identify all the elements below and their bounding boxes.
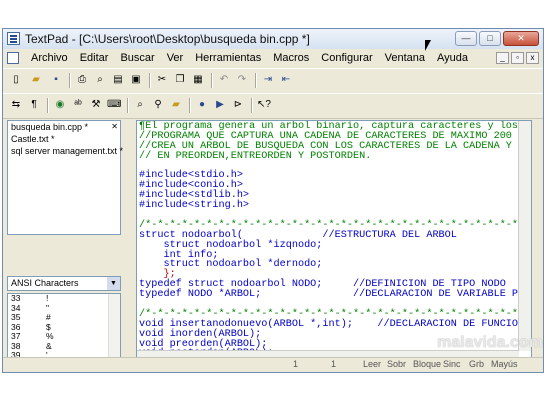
menu-item[interactable]: Ayuda: [431, 52, 474, 64]
editor-vertical-scrollbar[interactable]: [518, 121, 531, 351]
menu-item[interactable]: Buscar: [114, 52, 160, 64]
print-preview-icon[interactable]: ⌕: [93, 73, 107, 87]
context-help-icon[interactable]: ↖?: [257, 98, 271, 112]
spelling-icon[interactable]: ▤: [111, 73, 125, 87]
cut-icon[interactable]: ✂: [155, 73, 169, 87]
tools-icon[interactable]: ⚒: [89, 98, 103, 112]
standard-toolbar: ▯ ▰ ▪ ⎙ ⌕ ▤ ▣ ✂ ❐ ▦ ↶ ↷ ⇥ ⇤: [3, 68, 543, 94]
status-column: 1: [331, 359, 337, 369]
find-icon[interactable]: ▣: [129, 73, 143, 87]
app-icon: [7, 32, 20, 45]
document-icon[interactable]: [7, 52, 19, 64]
code-editor[interactable]: ¶El programa genera un arbol binario, ca…: [136, 120, 532, 364]
mdi-controls: _ ▫ x: [496, 52, 539, 64]
clip-library-select[interactable]: ANSI Characters ▼: [7, 276, 121, 291]
menu-item[interactable]: Macros: [267, 52, 315, 64]
web-browser-icon[interactable]: ◉: [53, 98, 67, 112]
status-field: Mayús: [491, 359, 518, 369]
paste-icon[interactable]: ▦: [191, 73, 205, 87]
maximize-button[interactable]: □: [479, 31, 501, 46]
find-in-files-icon[interactable]: ⚲: [151, 98, 165, 112]
find-folder-icon[interactable]: ▰: [169, 98, 183, 112]
menu-item[interactable]: Editar: [74, 52, 115, 64]
record-macro-icon[interactable]: ●: [195, 98, 209, 112]
left-panel: ✕ busqueda bin.cpp * Castle.txt * sql serv…: [7, 120, 123, 370]
character-row[interactable]: 35 #: [8, 312, 120, 323]
menu-item[interactable]: Archivo: [25, 52, 74, 64]
document-item[interactable]: sql server management.txt *: [8, 145, 123, 157]
close-icon[interactable]: ✕: [111, 122, 118, 131]
save-icon[interactable]: ▪: [49, 73, 63, 87]
document-selector: ✕ busqueda bin.cpp * Castle.txt * sql serv…: [7, 120, 123, 235]
character-row[interactable]: 36 $: [8, 322, 120, 333]
code-text[interactable]: ¶El programa genera un arbol binario, ca…: [139, 121, 531, 363]
undo-icon[interactable]: ↶: [217, 73, 231, 87]
format-toolbar: ⇆ ¶ ◉ ᵃᵇ ⚒ ⌨ ⌕ ⚲ ▰ ● ▶ ⊳ ↖?: [3, 93, 543, 119]
close-button[interactable]: ✕: [503, 31, 539, 46]
status-field: Bloque: [413, 359, 442, 369]
indent-icon[interactable]: ⇥: [261, 73, 275, 87]
print-icon[interactable]: ⎙: [75, 73, 89, 87]
menu-item[interactable]: Herramientas: [189, 52, 267, 64]
character-row[interactable]: 33!: [8, 294, 120, 304]
status-field: Sinc: [443, 359, 461, 369]
menu-item[interactable]: Configurar: [315, 52, 378, 64]
title-bar: TextPad - [C:\Users\root\Desktop\busqued…: [3, 29, 543, 50]
textpad-window: TextPad - [C:\Users\root\Desktop\busqued…: [2, 28, 544, 373]
character-row[interactable]: 34 ": [8, 303, 120, 314]
new-file-icon[interactable]: ▯: [9, 73, 23, 87]
code-line: #include<string.h>: [139, 200, 250, 212]
menu-item[interactable]: Ver: [161, 52, 190, 64]
minimize-button[interactable]: —: [455, 31, 477, 46]
chevron-down-icon[interactable]: ▼: [107, 277, 120, 290]
keyboard-icon[interactable]: ⌨: [107, 98, 121, 112]
status-bar: 1 1 Leer Sobr Bloque Sinc Grb Mayús: [3, 357, 543, 372]
stop-macro-icon[interactable]: ⊳: [231, 98, 245, 112]
watermark: malavida.com: [437, 334, 543, 351]
code-line: struct nodoarbol *dernodo;: [139, 259, 323, 271]
character-row[interactable]: 38 &: [8, 341, 120, 352]
menu-items: Archivo Editar Buscar Ver Herramientas Macros…: [25, 52, 474, 64]
copy-icon[interactable]: ❐: [173, 73, 187, 87]
show-pilcrow-icon[interactable]: ¶: [27, 98, 41, 112]
mouse-cursor: [425, 40, 431, 51]
open-folder-icon[interactable]: ▰: [29, 73, 43, 87]
mdi-restore-button[interactable]: ▫: [511, 52, 524, 64]
status-field: Sobr: [387, 359, 407, 369]
menu-item[interactable]: Ventana: [379, 52, 431, 64]
search-icon[interactable]: ⌕: [133, 98, 147, 112]
clip-library-value: ANSI Characters: [11, 278, 79, 288]
document-item[interactable]: busqueda bin.cpp *: [8, 121, 120, 133]
spell-check-icon[interactable]: ᵃᵇ: [71, 98, 85, 112]
code-line: // EN PREORDEN,ENTREORDEN Y POSTORDEN.: [139, 150, 372, 162]
status-field: Leer: [363, 359, 382, 369]
word-wrap-icon[interactable]: ⇆: [9, 98, 23, 112]
character-row[interactable]: 37%: [8, 331, 120, 342]
window-title: TextPad - [C:\Users\root\Desktop\busqued…: [25, 32, 310, 46]
mdi-close-button[interactable]: x: [526, 52, 539, 64]
play-macro-icon[interactable]: ▶: [213, 98, 227, 112]
document-item[interactable]: Castle.txt *: [8, 133, 120, 145]
menu-bar: Archivo Editar Buscar Ver Herramientas Macros…: [3, 49, 543, 68]
status-field: Grb: [469, 359, 485, 369]
window-controls: — □ ✕: [455, 31, 539, 46]
status-line: 1: [293, 359, 299, 369]
redo-icon[interactable]: ↷: [235, 73, 249, 87]
outdent-icon[interactable]: ⇤: [279, 73, 293, 87]
code-line: typedef NODO *ARBOL; //DECLARACION DE VA…: [139, 289, 531, 301]
mdi-minimize-button[interactable]: _: [496, 52, 509, 64]
